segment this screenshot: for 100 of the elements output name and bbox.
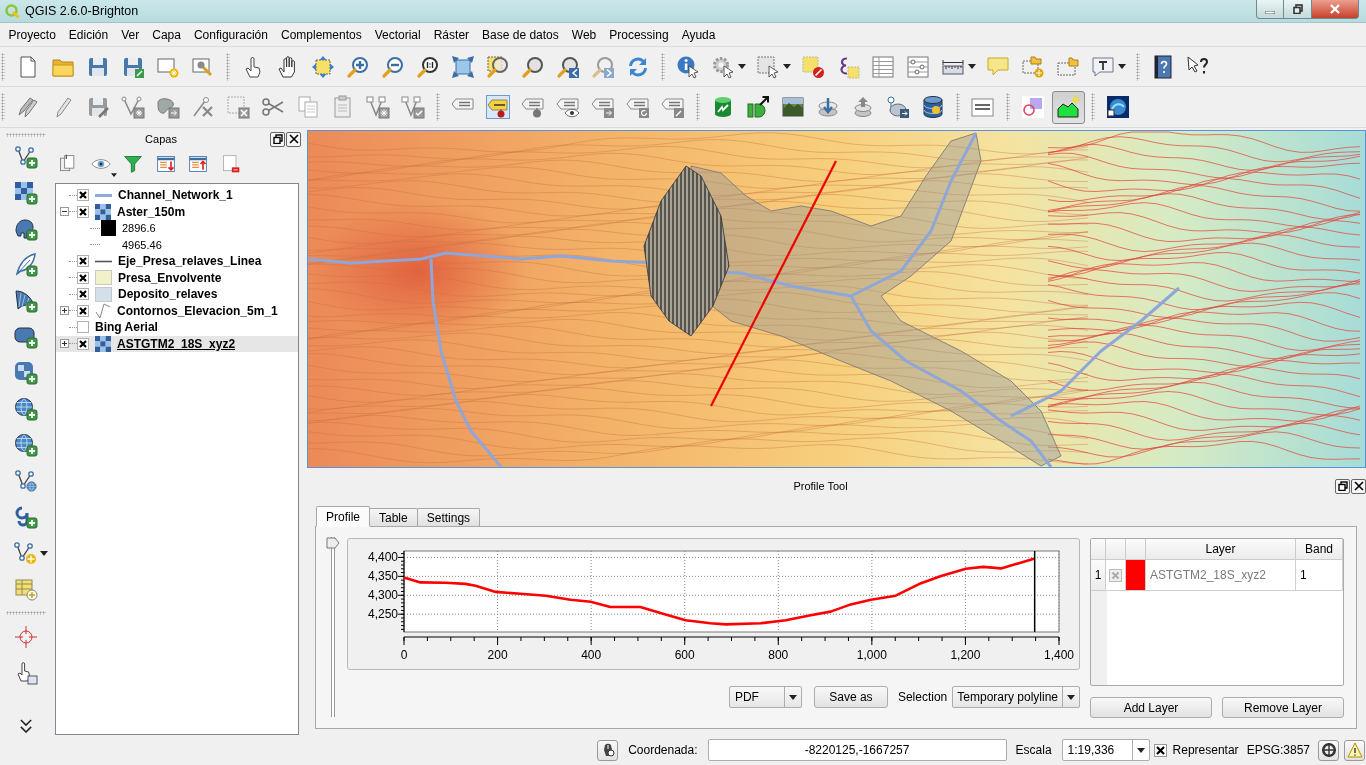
layer-checkbox[interactable]: [77, 205, 89, 218]
elephant-plus-icon[interactable]: [14, 217, 38, 241]
table-plus-icon[interactable]: [14, 577, 38, 601]
text-balloon-icon[interactable]: [1090, 54, 1115, 79]
menu-item[interactable]: Vectorial: [368, 27, 428, 42]
menu-item[interactable]: Complementos: [274, 27, 369, 42]
layer-checkbox[interactable]: [77, 189, 89, 202]
caret-icon[interactable]: [110, 173, 117, 177]
coordinate-field[interactable]: -8220125,-1667257: [707, 739, 1007, 761]
menu-item[interactable]: Configuración: [187, 27, 275, 42]
layer-item[interactable]: Deposito_relaves: [56, 286, 298, 303]
block-arrow-icon[interactable]: [746, 95, 770, 119]
vertex-star-icon[interactable]: [121, 95, 145, 119]
globe-plus-icon[interactable]: [14, 433, 38, 457]
close-button[interactable]: [1351, 478, 1366, 494]
menu-item[interactable]: Ayuda: [675, 27, 722, 42]
zoom-in-icon[interactable]: [346, 54, 370, 79]
toolbar-handle[interactable]: [6, 611, 46, 615]
profile-tool-button[interactable]: [1051, 90, 1085, 124]
scissors-icon[interactable]: [261, 95, 285, 119]
vertex-plus-icon[interactable]: [14, 145, 38, 169]
hook-plus-icon[interactable]: [14, 505, 38, 529]
layer-item[interactable]: Presa_Envolvente: [56, 269, 298, 286]
disc-down-arrow-icon[interactable]: [816, 95, 840, 119]
toolbar-handle[interactable]: [436, 93, 440, 121]
square-arrows-icon[interactable]: [311, 54, 335, 79]
caret-icon[interactable]: [1117, 64, 1126, 69]
layer-item[interactable]: Eje_Presa_relaves_Linea: [56, 253, 298, 270]
layer-item[interactable]: Aster_150m: [56, 203, 298, 220]
caret-icon[interactable]: [782, 64, 791, 69]
label-pin-icon[interactable]: [486, 95, 510, 119]
remove-layer-button[interactable]: Remove Layer: [1222, 697, 1344, 718]
row-checkbox[interactable]: [1109, 568, 1122, 582]
column-header[interactable]: Layer: [1146, 539, 1296, 560]
shape-arrow-icon[interactable]: [156, 95, 180, 119]
line-cross-icon[interactable]: [191, 95, 215, 119]
caret-icon[interactable]: [967, 64, 976, 69]
toolbar-handle[interactable]: [956, 93, 960, 121]
elephant-icon[interactable]: [886, 95, 910, 119]
label-eye-icon[interactable]: [556, 95, 580, 119]
checker-plus-icon[interactable]: [14, 181, 38, 205]
plus-box-icon[interactable]: [60, 306, 69, 316]
toolbar-handle[interactable]: [6, 133, 46, 137]
help-icon[interactable]: [1151, 54, 1175, 79]
menu-item[interactable]: Processing: [602, 27, 676, 42]
landscape-photo-icon[interactable]: [781, 95, 805, 119]
sail-plus-icon[interactable]: [14, 289, 38, 313]
add-layer-button[interactable]: Add Layer: [1090, 697, 1212, 718]
vertex-plus-icon[interactable]: [13, 541, 37, 565]
remove-layer-icon[interactable]: [220, 154, 241, 174]
label-pencil-icon[interactable]: [661, 95, 685, 119]
scale-dropdown[interactable]: 1:19,336: [1061, 739, 1150, 761]
toolbar-handle[interactable]: [1136, 52, 1140, 81]
square-cursor-icon[interactable]: [755, 54, 780, 79]
tiles-plus-icon[interactable]: [14, 361, 38, 385]
projection-button[interactable]: [1318, 739, 1339, 761]
caret-icon[interactable]: [737, 64, 746, 69]
toolbar-handle[interactable]: [696, 93, 700, 121]
floppy-pencil-icon[interactable]: [86, 95, 110, 119]
folder-star-icon[interactable]: [1021, 54, 1045, 79]
layer-checkbox[interactable]: [77, 271, 89, 284]
menu-item[interactable]: Capa: [145, 27, 188, 42]
label-dot-icon[interactable]: [521, 95, 545, 119]
toolbar-handle[interactable]: [661, 52, 665, 81]
vertex-check-icon[interactable]: [401, 95, 425, 119]
color-swatch-icon[interactable]: [1126, 560, 1146, 591]
pencils-icon[interactable]: [16, 95, 40, 119]
abacus-icon[interactable]: [906, 54, 930, 79]
filter-icon[interactable]: [123, 154, 143, 174]
vertex-star-icon[interactable]: [366, 95, 390, 119]
toolbar-handle[interactable]: [226, 52, 230, 81]
tab[interactable]: Profile: [316, 506, 370, 527]
menu-item[interactable]: Base de datos: [475, 27, 566, 42]
row-header[interactable]: 1: [1091, 560, 1106, 591]
globe-icon[interactable]: [1106, 95, 1130, 119]
globe-plus-icon[interactable]: [14, 397, 38, 421]
database-icon[interactable]: [921, 95, 945, 119]
magnifier-bars-icon[interactable]: [416, 54, 440, 79]
toolbar-handle[interactable]: [1091, 93, 1095, 121]
zoom-out-icon[interactable]: [381, 54, 405, 79]
square-no-sign-icon[interactable]: [801, 54, 825, 79]
layer-checkbox[interactable]: [77, 337, 89, 350]
vertex-globe-icon[interactable]: [14, 469, 38, 493]
crosshair-icon[interactable]: [14, 625, 38, 649]
format-dropdown[interactable]: PDF: [728, 686, 802, 708]
restore-button[interactable]: [1284, 0, 1312, 19]
info-cursor-icon[interactable]: [676, 54, 700, 79]
label-rotate-icon[interactable]: [626, 95, 650, 119]
layer-checkbox[interactable]: [77, 321, 89, 334]
selection-dropdown[interactable]: Temporary polyline: [952, 686, 1080, 708]
double-chevron-icon[interactable]: [20, 719, 32, 733]
layer-item[interactable]: Channel_Network_1: [56, 187, 298, 204]
menu-item[interactable]: Web: [565, 27, 603, 42]
menu-item[interactable]: Ráster: [427, 27, 476, 42]
toolbar-handle[interactable]: [1, 52, 5, 81]
caret-icon[interactable]: [40, 550, 48, 556]
save-as-button[interactable]: Save as: [813, 686, 888, 708]
magnifier-back-icon[interactable]: [556, 54, 580, 79]
corner-arrows-icon[interactable]: [451, 54, 475, 79]
gear-cursor-icon[interactable]: [710, 54, 735, 79]
